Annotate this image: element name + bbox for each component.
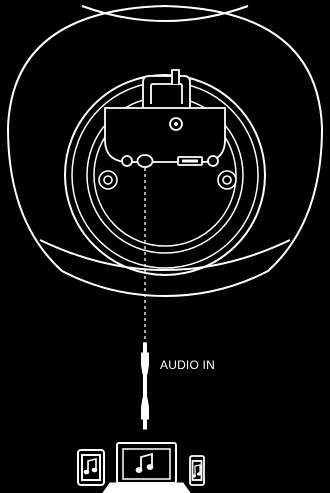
jack-tip-lower — [143, 418, 147, 430]
handle-frame — [142, 75, 191, 108]
laptop-screen — [122, 448, 171, 480]
speaker-connection-diagram: AUDIO IN — [0, 0, 330, 493]
aux-port — [136, 154, 154, 168]
left-screw-center — [103, 175, 113, 185]
jack-body-lower — [140, 397, 150, 408]
dc-port — [121, 155, 133, 167]
phone-device — [189, 455, 205, 486]
handle-clip — [171, 69, 180, 84]
diagram-canvas: AUDIO IN — [6, 4, 324, 493]
service-port — [207, 155, 219, 167]
tablet-device — [77, 449, 105, 486]
laptop-base — [102, 482, 191, 493]
port-panel-plate — [104, 107, 226, 163]
cable-segment — [143, 373, 147, 399]
aux-cable-connector — [140, 342, 150, 430]
audio-in-label: AUDIO IN — [160, 358, 215, 372]
jack-sleeve-lower — [141, 406, 149, 420]
usb-port-tongue — [182, 159, 198, 163]
power-button-center — [174, 122, 178, 126]
laptop-device — [102, 442, 191, 493]
tablet-screen — [81, 454, 101, 481]
music-note-icon — [135, 452, 154, 473]
screws — [98, 170, 237, 190]
right-screw-center — [222, 175, 232, 185]
jack-tip — [143, 342, 147, 354]
rear-handle — [142, 69, 191, 108]
speaker-top-rim — [81, 5, 249, 22]
music-note-icon — [83, 457, 98, 475]
jack-sleeve — [141, 352, 149, 366]
port-panel — [104, 107, 226, 168]
speaker-base-line — [39, 239, 291, 271]
jack-body — [140, 364, 150, 375]
music-note-icon — [192, 464, 201, 478]
